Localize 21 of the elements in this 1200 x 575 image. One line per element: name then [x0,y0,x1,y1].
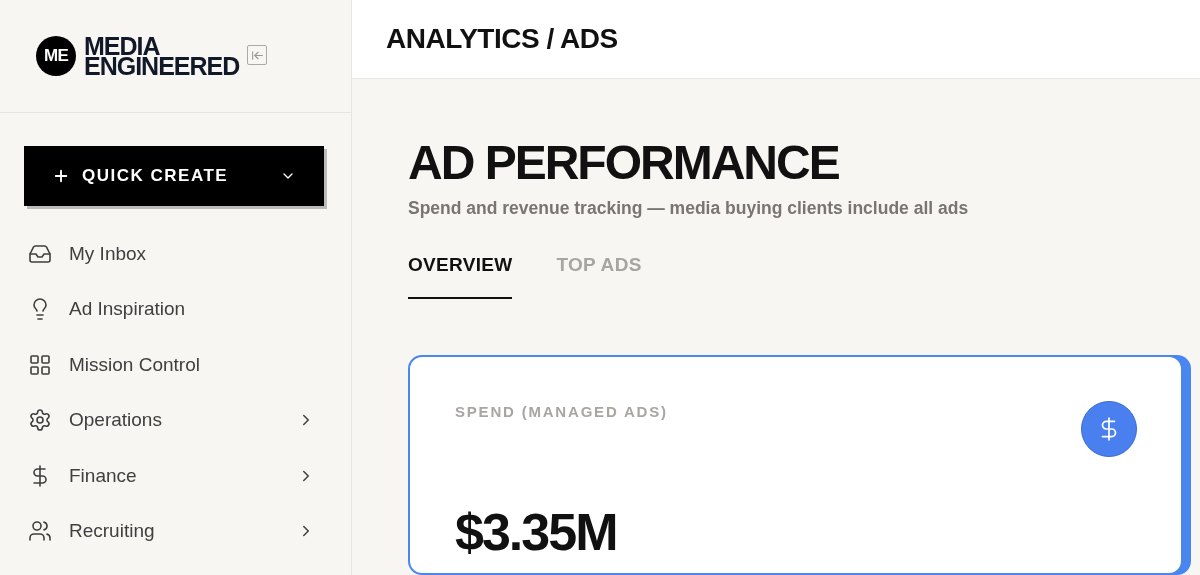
page-subtitle: Spend and revenue tracking — media buying clients include all ads [408,197,970,220]
nav-item[interactable]: Operations [28,392,323,448]
quick-create-button[interactable]: QUICK CREATE [24,146,324,206]
tab[interactable]: OVERVIEW [408,251,513,299]
nav-item[interactable]: Mission Control [28,337,323,393]
logo-wordmark: MEDIA ENGINEERED [84,36,240,76]
collapse-icon [250,48,264,62]
people-icon [28,519,52,544]
nav-item[interactable]: Ad Inspiration [28,281,323,337]
page-title: AD PERFORMANCE [408,135,840,191]
nav-item[interactable]: My Inbox [28,226,323,282]
logo-badge: ME [36,36,76,76]
grid-icon [28,352,52,377]
collapse-sidebar-button[interactable] [247,45,268,65]
nav-item[interactable]: Recruiting [28,503,323,559]
card-label: SPEND (MANAGED ADS) [455,401,669,422]
plus-icon [52,167,70,185]
nav-item[interactable]: Finance [28,448,323,504]
spend-value: $3.35M [455,502,618,564]
settings-icon [28,408,52,433]
breadcrumb: ANALYTICS / ADS [386,22,618,56]
